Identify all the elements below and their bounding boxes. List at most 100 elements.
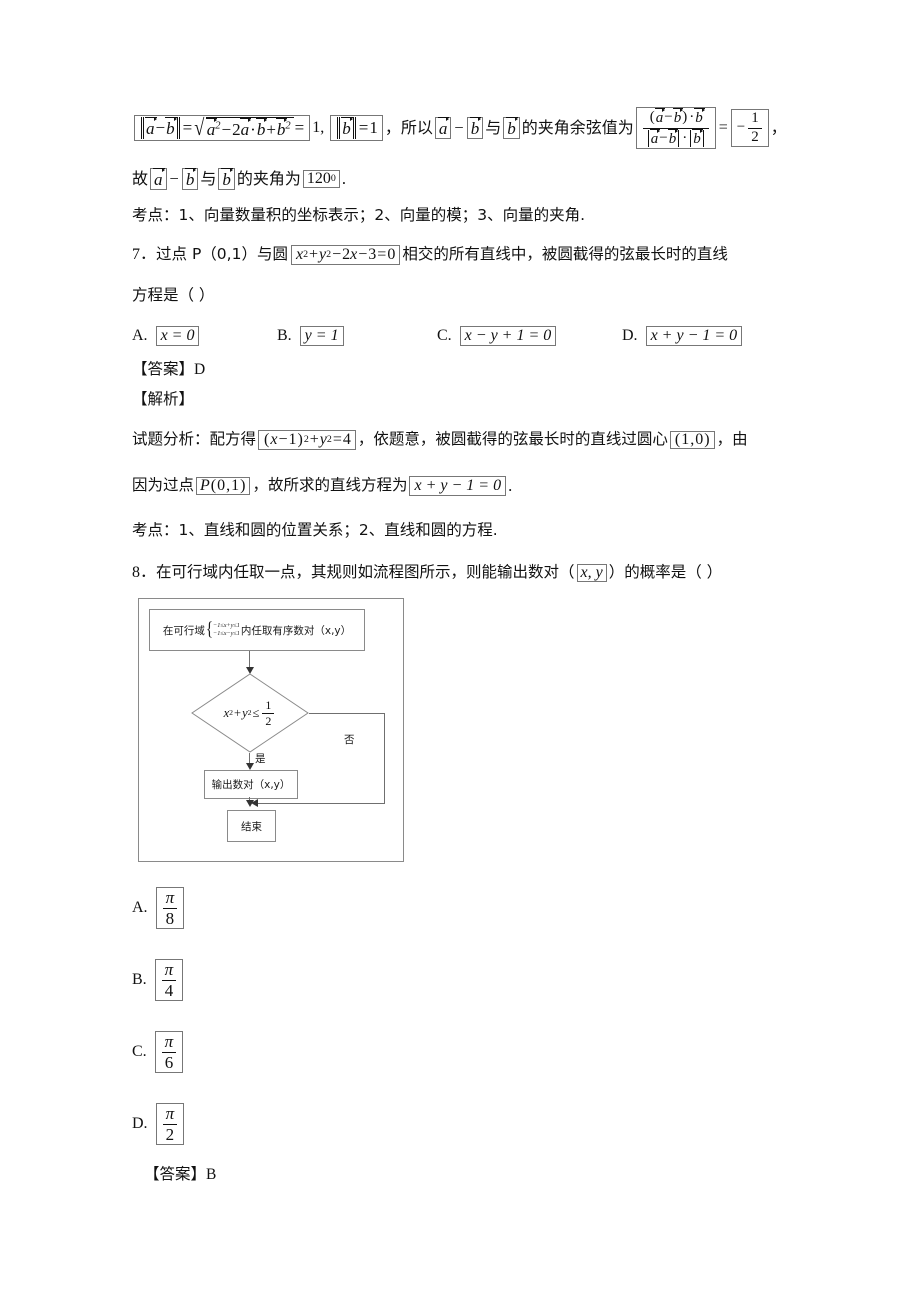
feasible-region-system: {−1≤x+y≤1 −1≤x−y≤1	[205, 620, 240, 640]
q8-option-d-letter: D.	[132, 1115, 148, 1132]
dec-plus: +	[234, 705, 242, 720]
vec-b-box-2: b	[503, 117, 520, 139]
q7-analysis-mid-1: ，依题意，被圆截得的弦最长时的直线过圆心	[357, 430, 668, 449]
q7-option-b[interactable]: B. y = 1	[277, 325, 437, 347]
vec-a-box-3: a	[150, 168, 167, 190]
q8-b-den: 4	[161, 979, 177, 999]
q7-kaodian: 考点：1、直线和圆的位置关系；2、直线和圆的方程.	[132, 521, 498, 540]
q7-completed-square: (x −1) 2 + y 2 = 4	[258, 429, 356, 451]
q7-analysis-line2-mid: ，故所求的直线方程为	[252, 476, 408, 495]
q6-solution-line-2: 故 a − b 与 b 的夹角为 120 0 .	[132, 160, 792, 198]
q8-options-list: A. π 8 B. π 4 C. π 6 D. π 2 【答案】 B	[132, 872, 216, 1190]
formula-norm-a-minus-b: a − b = √ a2−2a·b+b2 =	[134, 114, 311, 142]
q6-equals-sign: =	[718, 119, 728, 136]
q7-option-d[interactable]: D. x + y − 1 = 0	[622, 325, 744, 347]
q8-answer-label: 【答案】	[144, 1165, 207, 1184]
q7-option-b-value: y = 1	[299, 325, 344, 347]
q7-option-c-value: x − y + 1 = 0	[459, 325, 557, 347]
result-denominator: 2	[748, 127, 762, 145]
q7-answer-line: 【答案】 D	[132, 356, 792, 383]
document-page: a − b = √ a2−2a·b+b2 = 1, b = 1 ， 所以 a − b …	[0, 0, 920, 1302]
system-row-2: −1≤x−y≤1	[213, 630, 240, 637]
q8-option-d[interactable]: D. π 2	[132, 1088, 216, 1160]
q8-stem-text-2: ）的概率是（ ）	[608, 563, 723, 582]
eq-zero: 0	[387, 245, 396, 263]
q8-c-den: 6	[161, 1051, 177, 1071]
q7-option-d-value: x + y − 1 = 0	[645, 325, 743, 347]
flowchart-start-prefix: 在可行域	[162, 624, 205, 637]
eq-plus: +	[309, 245, 319, 263]
q8-option-c[interactable]: C. π 6	[132, 1016, 216, 1088]
q7-option-c[interactable]: C. x − y + 1 = 0	[437, 325, 622, 347]
q7-analysis-prefix: 试题分析：配方得	[132, 430, 257, 449]
q7-option-b-letter: B.	[277, 326, 292, 344]
vec-b-box-1: b	[466, 117, 484, 139]
flowchart-container: 在可行域{−1≤x+y≤1 −1≤x−y≤1 内任取有序数对（x,y） x2 + y…	[138, 598, 404, 862]
q6-text-so: 所以	[400, 118, 433, 137]
q7-stem-line-1: 7． 过点 P（0,1）与圆 x2 + y2 − 2x − 3 = 0 相交的所…	[132, 234, 792, 276]
q7-circle-center: (1, 0)	[669, 430, 715, 450]
q8-a-num: π	[165, 888, 175, 908]
q7-answer-value: D	[194, 360, 206, 378]
q7-option-a[interactable]: A. x = 0	[132, 325, 277, 347]
connector-no-horizontal	[309, 713, 384, 714]
q8-c-num: π	[164, 1032, 174, 1052]
arrowhead-to-end	[246, 800, 254, 807]
q6-text-angle-is: 的夹角为	[236, 169, 301, 188]
eq-three: 3	[368, 245, 377, 263]
q6-solution-line-1: a − b = √ a2−2a·b+b2 = 1, b = 1 ， 所以 a − b …	[132, 96, 792, 160]
q6-text-cos-value: 的夹角余弦值为	[521, 118, 634, 137]
q6-comma-1: ，	[384, 118, 401, 137]
q6-minus-2: −	[169, 168, 179, 188]
q7-analysis-label: 【解析】	[132, 390, 195, 409]
q8-b-num: π	[164, 960, 174, 980]
q8-number: 8．	[132, 564, 157, 581]
result-sign: −	[736, 119, 746, 136]
formula-cosine-result: − 1 2	[730, 109, 769, 147]
result-numerator: 1	[751, 110, 759, 127]
q8-option-c-letter: C.	[132, 1043, 147, 1060]
dec-num: 1	[265, 698, 272, 713]
vec-b-box-4: b	[218, 168, 235, 190]
q8-option-a[interactable]: A. π 8	[132, 872, 216, 944]
q8-option-b-value: π 4	[154, 959, 184, 1001]
eq-y: y	[319, 245, 327, 263]
q6-text-with-1: 与	[485, 118, 502, 137]
eq-x2: x	[350, 245, 358, 263]
q7-stem-line-2: 方程是（ ）	[132, 286, 215, 305]
vec-b-box-3: b	[181, 168, 199, 190]
connector-no-merge	[257, 803, 385, 804]
flowchart-start-suffix: 内任取有序数对（x,y）	[240, 624, 352, 637]
q6-trailing-comma: ，	[770, 118, 787, 137]
q7-answer-label: 【答案】	[132, 359, 195, 378]
q7-option-a-value: x = 0	[155, 325, 200, 347]
q8-option-a-value: π 8	[155, 887, 185, 929]
flowchart-no-label: 否	[344, 734, 355, 746]
dec-rel: ≤	[252, 705, 260, 720]
q7-stem-text-2: 相交的所有直线中，被圆截得的弦最长时的直线	[402, 245, 728, 264]
angle-value-box: 120 0	[302, 169, 340, 189]
q8-option-d-value: π 2	[155, 1103, 185, 1145]
dec-den: 2	[262, 712, 275, 727]
q7-analysis-line2-prefix: 因为过点	[132, 476, 195, 495]
q7-option-a-letter: A.	[132, 326, 148, 344]
q8-answer-value: B	[206, 1166, 217, 1184]
flowchart-yes-label: 是	[255, 753, 266, 765]
q8-option-c-value: π 6	[154, 1031, 184, 1073]
q8-option-a-letter: A.	[132, 899, 148, 916]
formula-norm-b: b = 1	[330, 115, 383, 141]
q8-option-b-letter: B.	[132, 971, 147, 988]
q7-number: 7．	[132, 246, 157, 263]
eq-x: x	[295, 245, 304, 263]
eq-equals: =	[377, 245, 387, 263]
q6-minus-1: −	[454, 117, 464, 137]
q7-stem-text-1: 过点 P（0,1）与圆	[156, 245, 288, 264]
eq-minus-1: −	[332, 245, 342, 263]
angle-value: 120	[306, 169, 331, 187]
q8-option-b[interactable]: B. π 4	[132, 944, 216, 1016]
q8-d-den: 2	[162, 1123, 178, 1143]
q7-option-c-letter: C.	[437, 326, 452, 344]
q6-text-therefore: 故	[132, 169, 149, 188]
vec-a-box-1: a	[434, 117, 452, 139]
dec-y: y	[242, 705, 248, 720]
